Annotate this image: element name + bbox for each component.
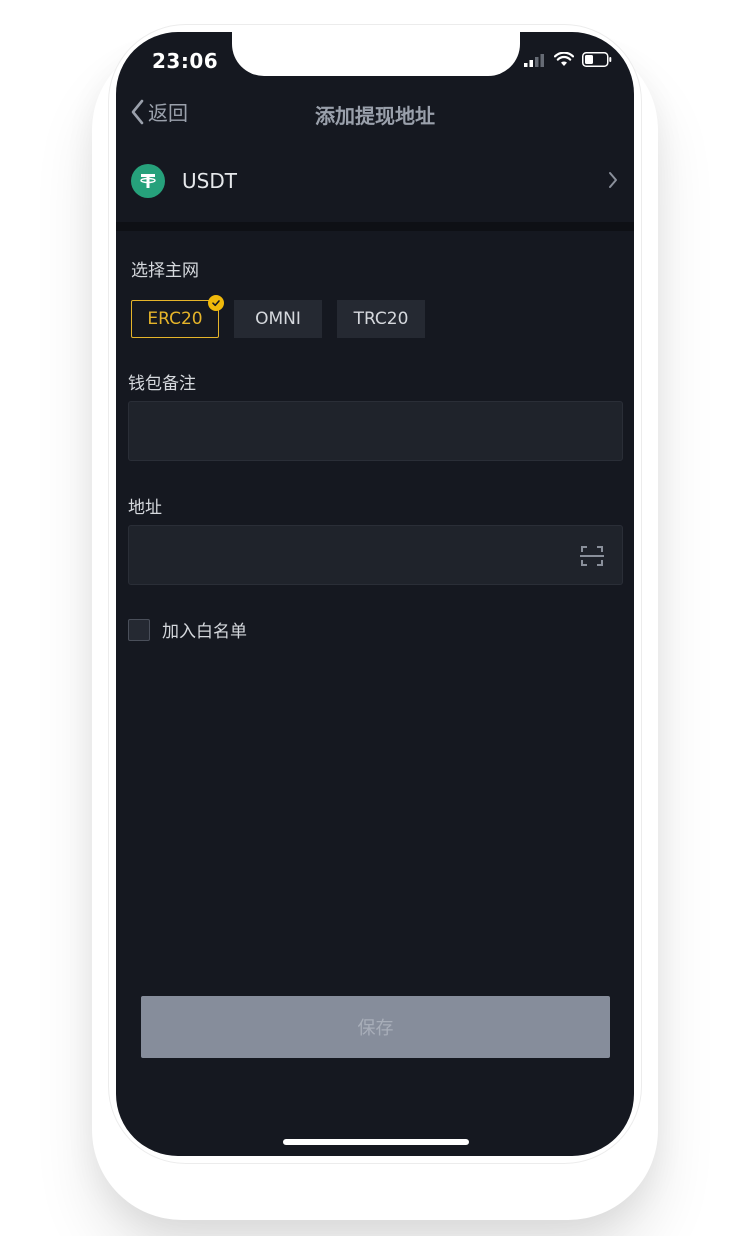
wallet-note-label: 钱包备注 (128, 374, 196, 394)
address-input[interactable] (129, 526, 597, 584)
address-field[interactable] (128, 525, 623, 585)
network-option-label: TRC20 (353, 309, 409, 329)
network-option-label: OMNI (255, 309, 301, 329)
chevron-right-icon (609, 172, 617, 188)
page-title: 添加提现地址 (315, 104, 435, 128)
network-option-erc20[interactable]: ERC20 (131, 295, 224, 338)
wallet-note-input[interactable] (129, 402, 597, 460)
coin-selector[interactable]: USDT (116, 142, 634, 222)
battery-icon (582, 52, 612, 67)
network-option-trc20[interactable]: TRC20 (337, 300, 425, 338)
whitelist-option[interactable]: 加入白名单 (128, 617, 247, 642)
network-label: 选择主网 (131, 261, 199, 281)
section-divider (116, 222, 634, 231)
signal-icon (524, 53, 544, 67)
whitelist-checkbox[interactable] (128, 618, 150, 641)
coin-symbol: USDT (182, 169, 237, 193)
phone-screen: 23:06 返回 添加提现地址 USDT 选择主网 ERC20 OMNI TRC… (116, 32, 634, 1156)
tether-icon (131, 164, 165, 198)
navigation-bar: 返回 添加提现地址 (116, 84, 634, 142)
scan-icon[interactable] (580, 545, 604, 567)
checkmark-icon (208, 295, 224, 311)
save-button[interactable]: 保存 (141, 996, 610, 1058)
network-option-omni[interactable]: OMNI (234, 300, 322, 338)
address-label: 地址 (128, 498, 162, 518)
wifi-icon (554, 52, 574, 66)
status-icons (524, 52, 612, 67)
status-time: 23:06 (152, 49, 219, 73)
notch (232, 32, 520, 76)
whitelist-label: 加入白名单 (162, 622, 247, 642)
home-indicator (283, 1139, 469, 1145)
wallet-note-field[interactable] (128, 401, 623, 461)
network-option-label: ERC20 (147, 309, 203, 329)
save-button-label: 保存 (357, 1018, 394, 1039)
